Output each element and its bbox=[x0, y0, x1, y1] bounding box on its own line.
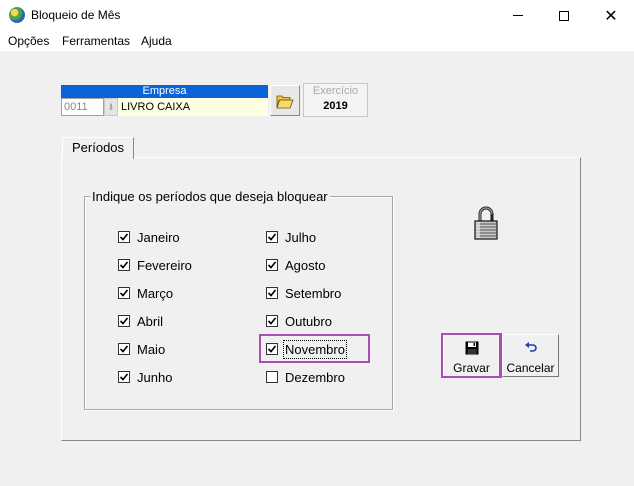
undo-arrow-icon bbox=[524, 342, 537, 352]
checkbox-fevereiro[interactable]: Fevereiro bbox=[118, 257, 192, 273]
tab-periodos[interactable]: Períodos bbox=[62, 137, 134, 159]
checkbox-box bbox=[266, 231, 278, 243]
cancel-button[interactable]: Cancelar bbox=[502, 334, 559, 377]
checkmark-icon bbox=[267, 289, 277, 297]
checkmark-icon bbox=[119, 373, 129, 381]
checkbox-box bbox=[266, 315, 278, 327]
folder-open-icon bbox=[276, 95, 294, 108]
checkbox-label: Maio bbox=[137, 341, 166, 357]
checkbox-label: Agosto bbox=[285, 257, 326, 273]
checkbox-box bbox=[118, 259, 130, 271]
checkbox-box bbox=[118, 371, 130, 383]
checkmark-icon bbox=[119, 345, 129, 353]
checkbox-label: Junho bbox=[137, 369, 173, 385]
maximize-icon bbox=[559, 10, 569, 21]
title-bar: Bloqueio de Mês ✕ bbox=[0, 0, 634, 31]
padlock-icon bbox=[474, 206, 498, 240]
minimize-icon bbox=[513, 15, 523, 16]
checkbox-outubro[interactable]: Outubro bbox=[266, 313, 332, 329]
checkmark-icon bbox=[267, 317, 277, 325]
menu-ferramentas[interactable]: Ferramentas bbox=[62, 34, 130, 48]
checkmark-icon bbox=[267, 261, 277, 269]
checkmark-icon bbox=[267, 233, 277, 241]
menu-opcoes[interactable]: Opções bbox=[8, 34, 49, 48]
periods-group-label: Indique os períodos que deseja bloquear bbox=[90, 189, 330, 204]
checkbox-dezembro[interactable]: Dezembro bbox=[266, 369, 345, 385]
exercicio-value: 2019 bbox=[323, 100, 348, 112]
checkbox-maio[interactable]: Maio bbox=[118, 341, 165, 357]
checkbox-box bbox=[118, 287, 130, 299]
checkbox-setembro[interactable]: Setembro bbox=[266, 285, 341, 301]
checkmark-icon bbox=[119, 233, 129, 241]
open-folder-button[interactable] bbox=[270, 85, 300, 116]
checkbox-label: Abril bbox=[137, 313, 164, 329]
checkbox-box bbox=[266, 259, 278, 271]
app-icon bbox=[9, 7, 25, 23]
checkbox-box bbox=[266, 287, 278, 299]
exercicio-label: Exercício bbox=[312, 85, 359, 97]
checkbox-marco[interactable]: Março bbox=[118, 285, 173, 301]
checkbox-label: Outubro bbox=[285, 313, 332, 329]
close-button[interactable]: ✕ bbox=[588, 0, 634, 31]
checkmark-icon bbox=[119, 289, 129, 297]
checkmark-icon bbox=[119, 317, 129, 325]
checkbox-label: Julho bbox=[285, 229, 317, 245]
minimize-button[interactable] bbox=[495, 0, 541, 31]
checkbox-abril[interactable]: Abril bbox=[118, 313, 163, 329]
empresa-lookup-button[interactable]: ⬇ bbox=[104, 98, 118, 116]
cancel-button-label: Cancelar bbox=[506, 361, 555, 375]
window-title: Bloqueio de Mês bbox=[31, 8, 121, 22]
checkbox-label: Fevereiro bbox=[137, 257, 192, 273]
menu-bar: Opções Ferramentas Ajuda bbox=[0, 31, 634, 51]
checkbox-agosto[interactable]: Agosto bbox=[266, 257, 325, 273]
checkbox-junho[interactable]: Junho bbox=[118, 369, 172, 385]
maximize-button[interactable] bbox=[541, 0, 587, 31]
arrow-down-icon: ⬇ bbox=[107, 102, 115, 112]
empresa-header: Empresa bbox=[61, 85, 268, 98]
checkbox-julho[interactable]: Julho bbox=[266, 229, 316, 245]
empresa-code-field[interactable]: 0011 bbox=[61, 98, 104, 116]
novembro-highlight bbox=[259, 334, 370, 363]
checkbox-box bbox=[266, 371, 278, 383]
empresa-name-field: LIVRO CAIXA bbox=[118, 98, 268, 116]
checkbox-box bbox=[118, 315, 130, 327]
checkbox-janeiro[interactable]: Janeiro bbox=[118, 229, 180, 245]
close-icon: ✕ bbox=[604, 5, 618, 25]
checkbox-label: Dezembro bbox=[285, 369, 345, 385]
checkbox-box bbox=[118, 343, 130, 355]
exercicio-box: Exercício 2019 bbox=[303, 83, 368, 117]
checkbox-box bbox=[118, 231, 130, 243]
checkbox-label: Janeiro bbox=[137, 229, 180, 245]
checkbox-label: Setembro bbox=[285, 285, 342, 301]
save-button-highlight bbox=[441, 333, 502, 378]
menu-ajuda[interactable]: Ajuda bbox=[141, 34, 172, 48]
checkbox-label: Março bbox=[137, 285, 174, 301]
checkmark-icon bbox=[119, 261, 129, 269]
